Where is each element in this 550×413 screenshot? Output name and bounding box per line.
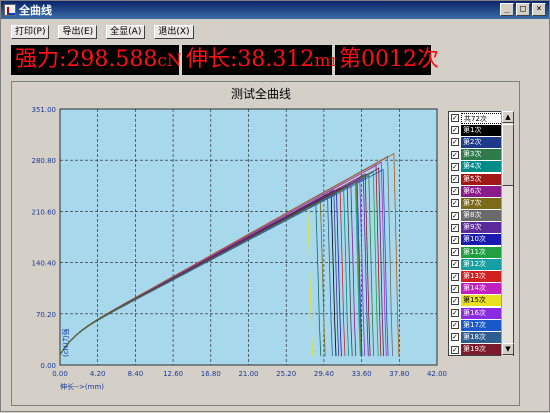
legend-checkbox[interactable] (451, 234, 459, 246)
y-tick-label: 210.60 (32, 208, 57, 216)
legend-checkbox[interactable] (451, 112, 459, 124)
x-tick-label: 12.60 (163, 370, 183, 378)
x-tick-label: 29.40 (314, 370, 334, 378)
legend-checkbox[interactable] (451, 185, 459, 197)
scroll-up-arrow-icon[interactable]: ▲ (502, 111, 514, 123)
scroll-thumb[interactable] (502, 124, 514, 186)
y-tick-label: 351.00 (32, 106, 57, 114)
legend-checkbox[interactable] (451, 307, 459, 319)
x-tick-label: 21.00 (238, 370, 258, 378)
legend-checkbox[interactable] (451, 124, 459, 136)
legend-checkbox[interactable] (451, 283, 459, 295)
x-tick-label: 16.80 (201, 370, 221, 378)
legend-checkbox[interactable] (451, 222, 459, 234)
legend-checkbox[interactable] (451, 344, 459, 355)
y-axis-label: (cN)力强 (61, 328, 70, 357)
legend-checkbox[interactable] (451, 319, 459, 331)
legend-checkbox[interactable] (451, 331, 459, 343)
x-tick-label: 4.20 (90, 370, 106, 378)
legend-checkbox[interactable] (451, 197, 459, 209)
x-tick-label: 42.00 (427, 370, 447, 378)
scroll-down-arrow-icon[interactable]: ▼ (502, 343, 514, 355)
x-tick-label: 25.20 (276, 370, 296, 378)
x-tick-label: 33.60 (352, 370, 372, 378)
legend-checkbox[interactable] (451, 173, 459, 185)
legend-checkbox[interactable] (451, 246, 459, 258)
y-tick-label: 70.20 (36, 311, 56, 319)
x-tick-label: 37.80 (389, 370, 409, 378)
x-axis-label: 伸长-->(mm) (60, 382, 104, 391)
y-tick-label: 140.40 (32, 260, 57, 268)
legend-checkbox[interactable] (451, 210, 459, 222)
legend-checkbox[interactable] (451, 149, 459, 161)
legend-checkbox[interactable] (451, 136, 459, 148)
legend-checkbox[interactable] (451, 161, 459, 173)
y-tick-label: 0.00 (40, 362, 56, 370)
y-tick-label: 280.80 (32, 157, 57, 165)
x-tick-label: 0.00 (52, 370, 68, 378)
legend-checkbox[interactable] (451, 271, 459, 283)
main-window: 全曲线 _ □ × 打印(P) 导出(E) 全显(A) 退出(X) 强力:298… (0, 0, 550, 412)
legend-checkbox[interactable] (451, 295, 459, 307)
legend-checkbox[interactable] (451, 258, 459, 270)
legend-scrollbar[interactable]: ▲ ▼ (501, 111, 514, 356)
x-tick-label: 8.40 (128, 370, 144, 378)
